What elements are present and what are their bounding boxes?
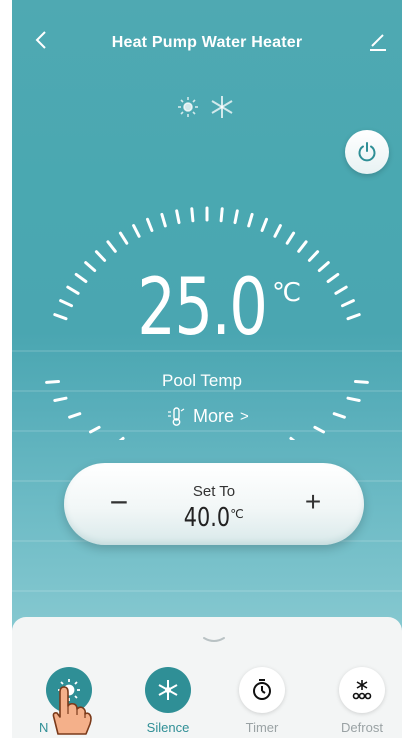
mode-silence-label: Silence bbox=[146, 720, 190, 735]
mode-silence-circle bbox=[145, 667, 191, 713]
mode-defrost-circle bbox=[339, 667, 385, 713]
edit-button[interactable] bbox=[366, 30, 388, 52]
current-temperature-unit: ℃ bbox=[272, 278, 302, 308]
header: Heat Pump Water Heater bbox=[12, 0, 402, 80]
mode-timer-circle bbox=[239, 667, 285, 713]
dial-tick bbox=[247, 212, 254, 228]
timer-icon bbox=[253, 679, 271, 700]
more-link[interactable]: More > bbox=[165, 404, 249, 428]
dial-tick bbox=[146, 217, 154, 232]
panel-handle[interactable] bbox=[200, 633, 228, 645]
chevron-right-icon: > bbox=[240, 407, 249, 425]
dial-tick bbox=[297, 240, 308, 253]
pencil-icon bbox=[370, 34, 386, 51]
increase-button[interactable]: + bbox=[298, 485, 328, 521]
snowflake-icon bbox=[211, 96, 233, 118]
setpoint-unit: ℃ bbox=[230, 507, 244, 521]
dial-tick bbox=[89, 425, 101, 434]
more-label: More bbox=[193, 405, 235, 426]
dial-tick bbox=[285, 231, 296, 245]
current-temperature: 25.0 bbox=[0, 263, 404, 353]
dial-tick bbox=[260, 217, 268, 232]
dial-tick bbox=[53, 396, 68, 402]
power-button[interactable] bbox=[345, 130, 389, 174]
chevron-down-icon bbox=[203, 637, 225, 642]
setpoint-control: − Set To 40.0℃ + bbox=[64, 463, 364, 545]
fan-icon bbox=[158, 680, 178, 700]
setpoint-number: 40.0 bbox=[184, 503, 231, 533]
mode-defrost[interactable]: Defrost bbox=[332, 667, 392, 737]
current-temperature-value: 25.0 bbox=[137, 263, 268, 353]
hand-pointer-icon bbox=[52, 686, 92, 735]
power-icon bbox=[358, 142, 376, 162]
dial-tick bbox=[160, 212, 167, 228]
dial-tick bbox=[132, 224, 141, 238]
dial-tick bbox=[289, 436, 296, 440]
sun-icon bbox=[178, 97, 198, 117]
status-icons bbox=[170, 92, 250, 122]
mode-defrost-label: Defrost bbox=[341, 720, 383, 735]
mode-silence[interactable]: Silence bbox=[138, 667, 198, 737]
mode-timer-label: Timer bbox=[245, 720, 279, 735]
dial-tick bbox=[332, 412, 346, 419]
dial-tick bbox=[175, 209, 181, 225]
page-title: Heat Pump Water Heater bbox=[111, 34, 303, 51]
dial-tick bbox=[118, 231, 129, 245]
dial-tick bbox=[106, 240, 117, 253]
dial-tick bbox=[190, 207, 195, 223]
dial-tick bbox=[307, 250, 320, 262]
sensor-label: Pool Temp bbox=[161, 371, 242, 390]
dial-tick bbox=[94, 250, 107, 262]
dial-tick bbox=[273, 224, 282, 238]
screen: Heat Pump Water Heater 25.0 ℃ Pool Temp … bbox=[0, 0, 404, 738]
dial-tick bbox=[346, 396, 361, 402]
dial-tick bbox=[233, 209, 239, 225]
dial-tick bbox=[313, 425, 325, 434]
dial-tick bbox=[219, 207, 224, 223]
defrost-icon bbox=[352, 680, 372, 700]
thermometer-settings-icon bbox=[168, 407, 185, 426]
dial-tick bbox=[118, 436, 125, 440]
dial-tick bbox=[68, 412, 82, 419]
mode-timer[interactable]: Timer bbox=[232, 667, 292, 737]
